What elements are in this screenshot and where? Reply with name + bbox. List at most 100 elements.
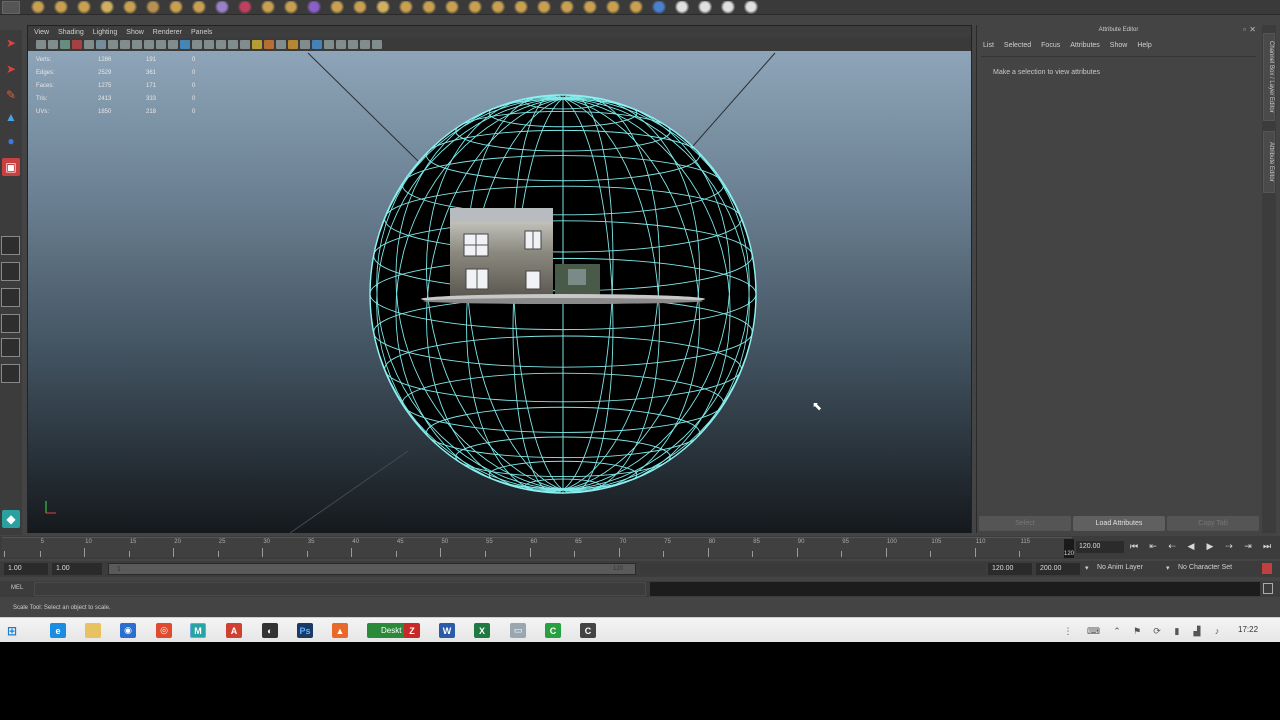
attr-menu-show[interactable]: Show (1110, 42, 1128, 49)
playback-start-field[interactable]: 1.00 (52, 563, 102, 575)
select-button[interactable]: Select (979, 516, 1071, 531)
outliner-layout-icon[interactable] (1, 288, 20, 307)
chrome-icon[interactable]: ◎ (156, 623, 172, 638)
signal-icon[interactable]: ▟ (1192, 626, 1202, 636)
shelf-tool-icon[interactable] (649, 1, 669, 14)
panel-toolbar-icon[interactable] (216, 40, 226, 49)
anim-layer-label[interactable]: No Anim Layer (1097, 564, 1143, 571)
sync-icon[interactable]: ⟳ (1152, 626, 1162, 636)
panel-toolbar-icon[interactable] (108, 40, 118, 49)
scale-tool-icon[interactable]: ▣ (2, 158, 20, 176)
panel-toolbar-icon[interactable] (120, 40, 130, 49)
vlc-icon[interactable]: ▲ (332, 623, 348, 638)
graph-layout-icon[interactable] (1, 314, 20, 333)
panel-toolbar-icon[interactable] (168, 40, 178, 49)
battery-icon[interactable]: ▮ (1172, 626, 1182, 636)
desktop-button[interactable]: Deskt (367, 623, 407, 638)
shelf-tool-icon[interactable] (741, 1, 761, 14)
shelf-tab-handle[interactable] (2, 1, 20, 14)
panel-toolbar-icon[interactable] (288, 40, 298, 49)
panel-toolbar-icon[interactable] (264, 40, 274, 49)
windows-start-icon[interactable]: ⊞ (4, 623, 20, 638)
panel-toolbar-icon[interactable] (144, 40, 154, 49)
panel-toolbar-icon[interactable] (372, 40, 382, 49)
attr-menu-selected[interactable]: Selected (1004, 42, 1031, 49)
panel-menu-renderer[interactable]: Renderer (153, 29, 182, 36)
step-forward-frame-icon[interactable]: ⇢ (1223, 541, 1235, 552)
playback-end-field[interactable]: 120.00 (988, 563, 1032, 575)
excel-icon[interactable]: X (474, 623, 490, 638)
show-hidden-icons-icon[interactable]: ⌃ (1112, 626, 1122, 636)
script-layout-icon[interactable] (1, 364, 20, 383)
attr-menu-focus[interactable]: Focus (1041, 42, 1060, 49)
load-attributes-button[interactable]: Load Attributes (1073, 516, 1165, 531)
rotate-tool-icon[interactable]: ● (2, 132, 20, 150)
action-center-flag-icon[interactable]: ⚑ (1132, 626, 1142, 636)
panel-toolbar-icon[interactable] (348, 40, 358, 49)
panel-toolbar-icon[interactable] (36, 40, 46, 49)
shelf-tool-icon[interactable] (718, 1, 738, 14)
shelf-tool-icon[interactable] (350, 1, 370, 14)
copy-tab-button[interactable]: Copy Tab (1167, 516, 1259, 531)
shelf-tool-icon[interactable] (534, 1, 554, 14)
panel-toolbar-icon[interactable] (312, 40, 322, 49)
media-player-icon[interactable]: ◐ (262, 623, 278, 638)
panel-toolbar-icon[interactable] (240, 40, 250, 49)
shelf-tool-icon[interactable] (465, 1, 485, 14)
volume-icon[interactable]: ♪ (1212, 626, 1222, 636)
shelf-tool-icon[interactable] (258, 1, 278, 14)
custom-tool-icon[interactable]: ◆ (2, 510, 20, 528)
panel-toolbar-icon[interactable] (252, 40, 262, 49)
filezilla-icon[interactable]: Z (404, 623, 420, 638)
range-bar[interactable]: 1 120 (108, 563, 636, 575)
terminal-icon[interactable]: C (580, 623, 596, 638)
panel-toolbar-icon[interactable] (204, 40, 214, 49)
panel-toolbar-icon[interactable] (276, 40, 286, 49)
step-forward-key-icon[interactable]: ⇥ (1242, 541, 1254, 552)
attr-menu-help[interactable]: Help (1137, 42, 1151, 49)
shelf-tool-icon[interactable] (672, 1, 692, 14)
panel-menu-shading[interactable]: Shading (58, 29, 84, 36)
panel-toolbar-icon[interactable] (48, 40, 58, 49)
shelf-tool-icon[interactable] (304, 1, 324, 14)
attr-menu-list[interactable]: List (983, 42, 994, 49)
shelf-tool-icon[interactable] (327, 1, 347, 14)
shelf-tool-icon[interactable] (166, 1, 186, 14)
panel-toolbar-icon[interactable] (96, 40, 106, 49)
shelf-tool-icon[interactable] (235, 1, 255, 14)
panel-toolbar-icon[interactable] (228, 40, 238, 49)
panel-toolbar-icon[interactable] (84, 40, 94, 49)
character-set-label[interactable]: No Character Set (1178, 564, 1232, 571)
panel-menu-panels[interactable]: Panels (191, 29, 212, 36)
step-back-key-icon[interactable]: ⇤ (1147, 541, 1159, 552)
panel-menu-view[interactable]: View (34, 29, 49, 36)
play-forwards-icon[interactable]: ▶ (1204, 541, 1216, 552)
taskbar-clock[interactable]: 17:22 (1238, 625, 1258, 634)
shelf-tool-icon[interactable] (74, 1, 94, 14)
panel-menu-lighting[interactable]: Lighting (93, 29, 118, 36)
shelf-tool-icon[interactable] (373, 1, 393, 14)
shelf-tool-icon[interactable] (120, 1, 140, 14)
lasso-tool-icon[interactable]: ➤ (2, 60, 20, 78)
internet-explorer-icon[interactable]: e (50, 623, 66, 638)
shelf-tool-icon[interactable] (695, 1, 715, 14)
paint-select-tool-icon[interactable]: ✎ (2, 86, 20, 104)
end-time-field[interactable]: 200.00 (1036, 563, 1080, 575)
panel-toolbar-icon[interactable] (360, 40, 370, 49)
browser-icon[interactable]: ◉ (120, 623, 136, 638)
keyboard-icon[interactable]: ⌨ (1087, 626, 1100, 636)
play-backwards-icon[interactable]: ◀ (1185, 541, 1197, 552)
acrobat-icon[interactable]: A (226, 623, 242, 638)
shelf-tool-icon[interactable] (419, 1, 439, 14)
word-icon[interactable]: W (439, 623, 455, 638)
panel-toolbar-icon[interactable] (72, 40, 82, 49)
go-to-end-icon[interactable]: ⏭ (1261, 541, 1273, 552)
go-to-start-icon[interactable]: ⏮ (1128, 541, 1140, 552)
hypershade-layout-icon[interactable] (1, 338, 20, 357)
channel-box-tab[interactable]: Channel Box / Layer Editor (1263, 33, 1275, 121)
four-pane-layout-icon[interactable] (1, 262, 20, 281)
time-slider-track[interactable]: 5 10 15 20 25 30 35 40 45 50 55 60 65 70 75 80 85 90 95 100… (2, 537, 1074, 558)
character-set-dropdown-icon[interactable]: ▾ (1166, 564, 1170, 572)
float-panel-icon[interactable]: ▫ (1243, 25, 1246, 34)
shelf-tool-icon[interactable] (281, 1, 301, 14)
